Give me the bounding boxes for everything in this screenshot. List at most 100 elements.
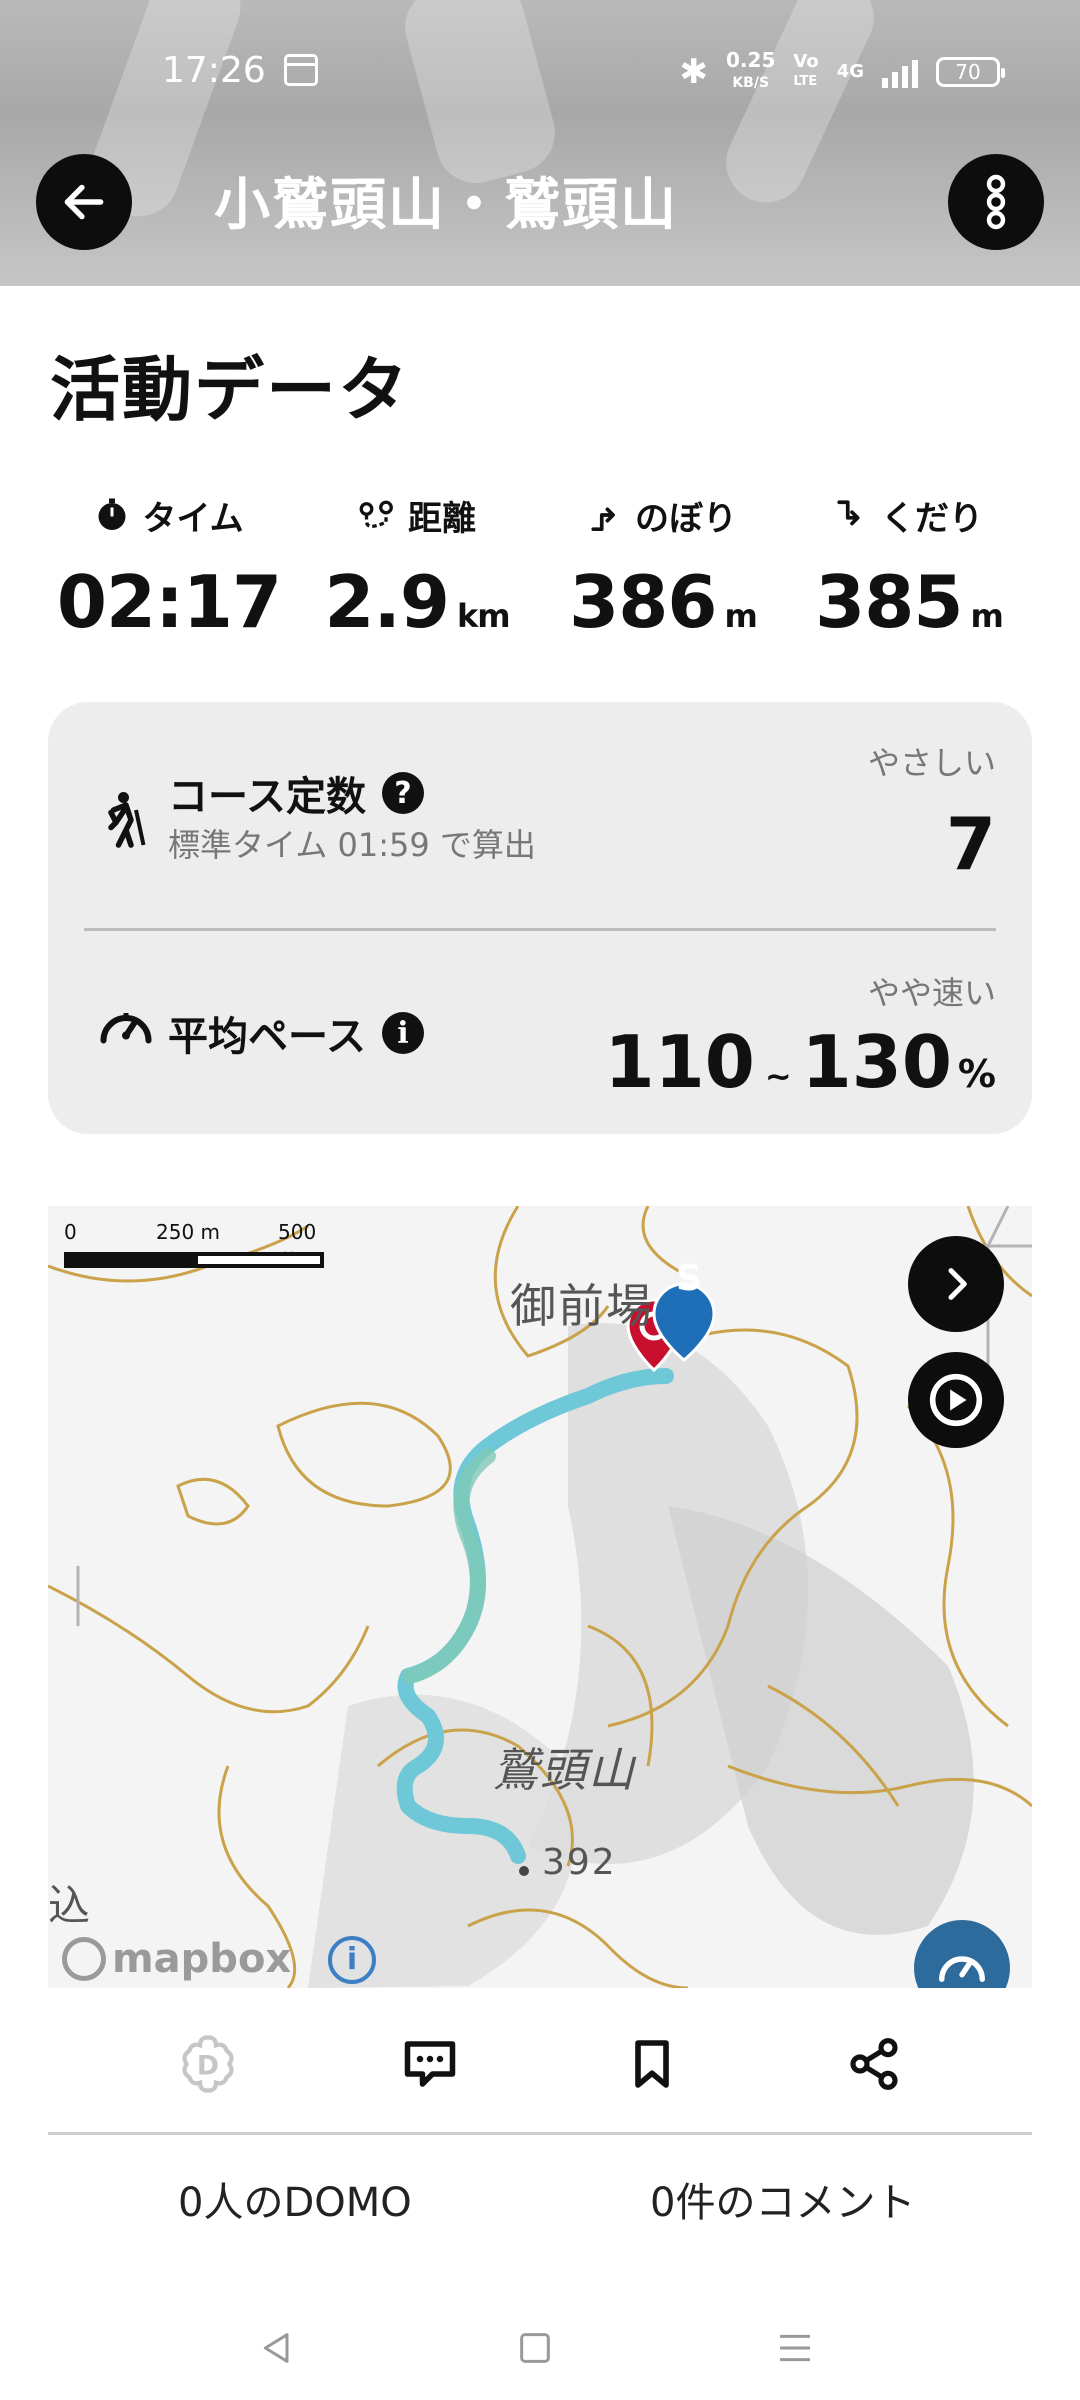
map-info-icon[interactable]: i: [328, 1936, 376, 1984]
play-icon: [929, 1373, 983, 1427]
header: 17:26 ✱ 0.25 KB/S Vo LTE 4G 70 小鷲頭山・鷲頭山: [0, 0, 1080, 286]
arrow-left-icon: [64, 184, 104, 220]
chevron-right-icon: [948, 1268, 967, 1300]
network-type: 4G: [836, 61, 864, 82]
route-map[interactable]: 0 250 m 500 m S 御前場 鷲頭山 392 込 mapbox i: [48, 1206, 1032, 1988]
bookmark-button[interactable]: [612, 2024, 692, 2104]
battery-level: 70: [955, 59, 981, 84]
svg-text:D: D: [197, 2051, 219, 2082]
help-icon[interactable]: ?: [382, 772, 424, 814]
speedometer-icon: [939, 1956, 985, 1982]
course-constant-level: やさしい: [867, 744, 996, 782]
system-nav-bar: [0, 2308, 1080, 2398]
domo-button[interactable]: D: [168, 2024, 248, 2104]
pace-max: 130: [801, 1020, 952, 1104]
map-edge-label: 込: [48, 1881, 93, 1930]
stat-ascent: のぼり 386 m: [538, 490, 788, 645]
pace-tilde: ~: [764, 1057, 792, 1095]
scale-bar: [64, 1252, 324, 1268]
bottom-divider: [48, 2132, 1032, 2135]
domo-count[interactable]: 0人のDOMO: [178, 2170, 412, 2228]
volte-bottom: LTE: [793, 73, 818, 89]
descent-arrow-icon: [837, 500, 860, 526]
volte-top: Vo: [793, 50, 819, 72]
bluetooth-icon: ✱: [679, 51, 709, 92]
action-bar: D: [0, 2024, 1080, 2104]
bottom-panel: D 0人のDOMO 0件のコメント: [0, 1988, 1080, 2400]
bookmark-icon: [635, 2040, 669, 2088]
pace-unit: %: [957, 1052, 996, 1096]
page-title: 小鷲頭山・鷲頭山: [214, 173, 678, 238]
map-scale: 0 250 m 500 m: [64, 1220, 324, 1280]
stat-ascent-value: 386: [569, 560, 717, 644]
nav-home-icon: [520, 2333, 550, 2363]
comment-icon: [404, 2041, 456, 2087]
mapbox-attribution: mapbox: [62, 1936, 291, 1982]
course-constant-title: コース定数 ?: [168, 764, 424, 822]
stat-time: タイム 02:17: [44, 490, 294, 644]
stat-time-label-row: タイム: [44, 490, 294, 540]
pace-title: 平均ペース i: [168, 1004, 424, 1062]
stat-descent: くだり 385 m: [784, 490, 1034, 645]
map-elevation-label: 392: [542, 1842, 617, 1883]
stat-time-label: タイム: [142, 498, 244, 539]
course-info-card: コース定数 ? 標準タイム 01:59 で算出 やさしい 7 平均ペース i や…: [48, 702, 1032, 1134]
nav-back-button[interactable]: [242, 2318, 312, 2378]
nav-menu-icon: [780, 2334, 810, 2362]
map-play-button[interactable]: [908, 1352, 1004, 1448]
net-speed: 0.25 KB/S: [726, 50, 775, 93]
card-divider: [84, 928, 996, 931]
stopwatch-icon: [98, 498, 126, 530]
battery-icon: 70: [936, 56, 1005, 87]
volte-indicator: Vo LTE: [793, 50, 819, 91]
stat-distance-value: 2.9: [324, 560, 450, 644]
nav-home-button[interactable]: [500, 2318, 570, 2378]
scale-label-250: 250 m: [156, 1220, 221, 1244]
pace-min: 110: [604, 1020, 755, 1104]
pace-label: 平均ペース: [168, 1014, 366, 1060]
stat-descent-unit: m: [970, 597, 1003, 635]
stat-distance-unit: km: [456, 597, 511, 635]
stat-ascent-unit: m: [724, 597, 757, 635]
back-button[interactable]: [36, 154, 132, 250]
speedometer-icon: [100, 1013, 152, 1044]
stat-distance-label-row: 距離: [292, 490, 542, 540]
stat-ascent-label-row: のぼり: [538, 490, 788, 540]
stat-time-value: 02:17: [56, 560, 282, 644]
course-constant-subtitle: 標準タイム 01:59 で算出: [168, 826, 536, 864]
ascent-arrow-icon: [591, 507, 615, 532]
hiker-icon: [108, 792, 146, 848]
stat-ascent-value-row: 386 m: [538, 560, 788, 644]
comment-count[interactable]: 0件のコメント: [650, 2170, 915, 2228]
pace-level: やや速い: [867, 974, 996, 1012]
mapbox-logo-icon: [62, 1937, 106, 1981]
info-icon[interactable]: i: [382, 1012, 424, 1054]
start-marker-label: S: [676, 1258, 702, 1299]
status-bar: 17:26 ✱ 0.25 KB/S Vo LTE 4G 70: [0, 40, 1080, 100]
net-speed-unit: KB/S: [732, 75, 770, 91]
activity-stats: タイム 02:17 距離 2.9 km のぼり 386 m くだり 385 m: [0, 490, 1080, 650]
scale-label-0: 0: [64, 1220, 77, 1244]
share-button[interactable]: [834, 2024, 914, 2104]
stat-distance-value-row: 2.9 km: [292, 560, 542, 644]
map-summit-label: 鷲頭山: [492, 1743, 636, 1797]
domo-flower-icon: D: [182, 2035, 234, 2093]
stat-descent-value: 385: [815, 560, 963, 644]
share-icon: [850, 2038, 898, 2090]
mapbox-text: mapbox: [112, 1936, 292, 1982]
comment-button[interactable]: [390, 2024, 470, 2104]
stat-descent-label: くだり: [881, 498, 983, 539]
more-options-button[interactable]: [948, 154, 1044, 250]
pace-value-row: 110 ~ 130 %: [605, 1020, 996, 1104]
route-pin-icon: [359, 500, 393, 528]
header-background-shape: [713, 0, 887, 216]
map-place-label: 御前場: [510, 1279, 654, 1333]
nav-recents-button[interactable]: [760, 2318, 830, 2378]
course-constant-label: コース定数: [168, 774, 366, 820]
map-next-button[interactable]: [908, 1236, 1004, 1332]
status-time: 17:26: [162, 50, 266, 91]
stat-ascent-label: のぼり: [635, 498, 737, 539]
section-title: 活動データ: [50, 349, 410, 431]
signal-icon: [882, 56, 918, 88]
stat-distance-label: 距離: [408, 498, 476, 539]
